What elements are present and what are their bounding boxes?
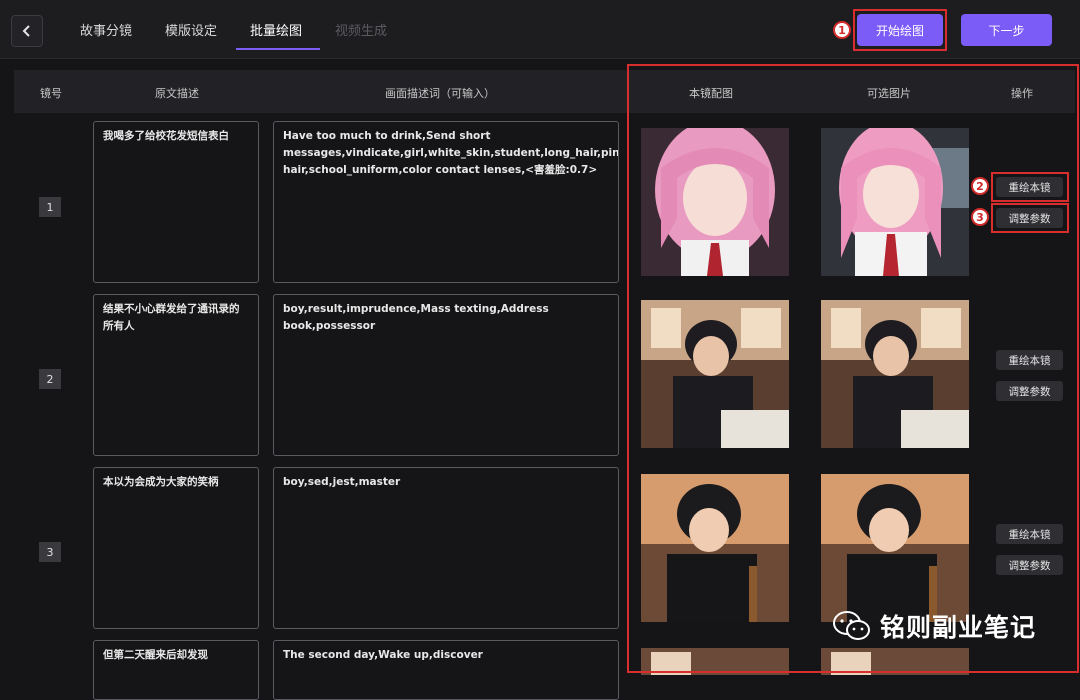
- original-text-box[interactable]: 本以为会成为大家的笑柄: [93, 467, 259, 629]
- highlight-box-start: [853, 9, 947, 51]
- prompt-input[interactable]: The second day,Wake up,discover: [273, 640, 619, 700]
- tab-batch-draw[interactable]: 批量绘图: [250, 20, 302, 39]
- original-text-box[interactable]: 结果不小心群发给了通讯录的所有人: [93, 294, 259, 456]
- row-number: 3: [39, 542, 61, 562]
- watermark-text: 铭则副业笔记: [880, 613, 1037, 642]
- tab-template[interactable]: 模版设定: [165, 20, 217, 39]
- wechat-icon: [833, 611, 870, 640]
- prompt-input[interactable]: boy,result,imprudence,Mass texting,Addre…: [273, 294, 619, 456]
- back-button[interactable]: [11, 15, 43, 47]
- col-header-prompt: 画面描述词（可输入）: [385, 87, 495, 100]
- tab-storyboard[interactable]: 故事分镜: [80, 20, 132, 39]
- active-tab-underline: [236, 48, 320, 50]
- watermark: 铭则副业笔记: [832, 608, 1036, 644]
- original-text-box[interactable]: 但第二天醒来后却发现: [93, 640, 259, 700]
- col-header-num: 镜号: [40, 87, 62, 100]
- prompt-input[interactable]: boy,sed,jest,master: [273, 467, 619, 629]
- chevron-left-icon: [22, 25, 30, 37]
- highlight-box-images: [627, 64, 1079, 673]
- col-header-original: 原文描述: [155, 87, 199, 100]
- row-number: 1: [39, 197, 61, 217]
- original-text-box[interactable]: 我喝多了给校花发短信表白: [93, 121, 259, 283]
- next-step-button[interactable]: 下一步: [961, 14, 1052, 46]
- row-number: 2: [39, 369, 61, 389]
- tab-video: 视频生成: [335, 24, 388, 39]
- step-badge-1: 1: [833, 21, 851, 39]
- prompt-input[interactable]: Have too much to drink,Send short messag…: [273, 121, 619, 283]
